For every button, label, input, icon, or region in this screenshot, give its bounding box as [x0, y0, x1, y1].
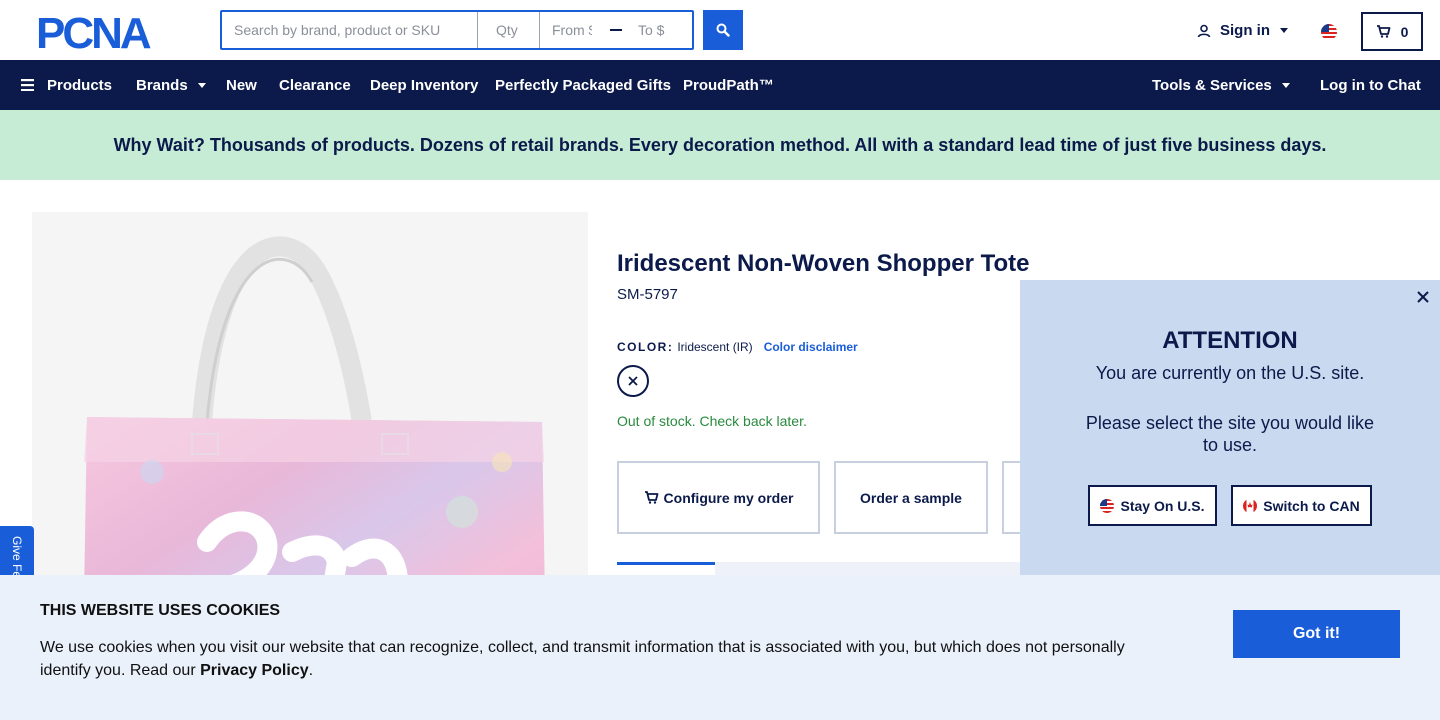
us-flag-icon	[1100, 498, 1115, 513]
switch-can-button[interactable]: Switch to CAN	[1231, 485, 1372, 526]
sign-in-menu[interactable]: Sign in	[1197, 22, 1288, 39]
cookie-text: We use cookies when you visit our websit…	[40, 636, 1150, 682]
popup-current-site: You are currently on the U.S. site.	[1095, 363, 1365, 383]
canada-flag-icon	[1243, 498, 1258, 513]
cookie-title: THIS WEBSITE USES COOKIES	[40, 602, 281, 619]
nav-tools-services[interactable]: Tools & Services	[1152, 60, 1290, 110]
order-sample-button[interactable]: Order a sample	[834, 461, 988, 534]
nav-chat-login[interactable]: Log in to Chat	[1320, 60, 1421, 110]
cart-button[interactable]: 0	[1361, 12, 1423, 51]
close-icon[interactable]	[1416, 290, 1430, 304]
nav-tools-label: Tools & Services	[1152, 76, 1272, 94]
price-from-input[interactable]	[540, 12, 604, 48]
tab-strip	[715, 562, 1035, 576]
popup-instruction: Please select the site you would like to…	[1085, 413, 1375, 455]
stock-status: Out of stock. Check back later.	[617, 413, 807, 429]
order-sample-label: Order a sample	[860, 489, 962, 506]
color-label: COLOR:	[617, 340, 674, 354]
nav-brands-label: Brands	[136, 76, 188, 94]
product-title: Iridescent Non-Woven Shopper Tote	[617, 250, 1030, 277]
promo-banner-text: Why Wait? Thousands of products. Dozens …	[113, 134, 1327, 155]
privacy-policy-link[interactable]: Privacy Policy	[200, 662, 309, 679]
range-dash	[610, 29, 622, 31]
nav-gifts[interactable]: Perfectly Packaged Gifts	[495, 60, 671, 110]
color-swatch[interactable]	[617, 365, 649, 397]
color-disclaimer-link[interactable]: Color disclaimer	[764, 340, 858, 354]
stay-us-button[interactable]: Stay On U.S.	[1088, 485, 1217, 526]
qty-input[interactable]	[478, 12, 540, 48]
logo-text: PCNA	[36, 12, 151, 52]
sign-in-label: Sign in	[1220, 22, 1270, 39]
nav-clearance[interactable]: Clearance	[279, 60, 351, 110]
cart-icon	[1376, 25, 1390, 38]
product-sku: SM-5797	[617, 286, 678, 303]
site-header: PCNA Sign in	[0, 0, 1440, 60]
cookie-end: .	[308, 662, 314, 679]
price-range	[540, 12, 692, 48]
switch-can-label: Switch to CAN	[1263, 497, 1360, 514]
color-value: Iridescent (IR)	[677, 340, 753, 354]
stay-us-label: Stay On U.S.	[1120, 497, 1205, 514]
search-input[interactable]	[222, 12, 478, 48]
nav-deep-inventory[interactable]: Deep Inventory	[370, 60, 478, 110]
search-icon	[716, 23, 730, 37]
search-button[interactable]	[703, 10, 743, 50]
color-row: COLOR: Iridescent (IR) Color disclaimer	[617, 340, 858, 354]
nav-products[interactable]: Products	[21, 60, 112, 110]
configure-order-label: Configure my order	[663, 489, 794, 506]
main-nav: Products Brands New Clearance Deep Inven…	[0, 60, 1440, 110]
cookie-accept-button[interactable]: Got it!	[1233, 610, 1400, 658]
region-select-popup: ATTENTION You are currently on the U.S. …	[1020, 280, 1440, 576]
active-tab-indicator	[617, 562, 715, 565]
user-icon	[1197, 24, 1211, 37]
pcna-logo[interactable]: PCNA	[36, 12, 184, 52]
promo-banner: Why Wait? Thousands of products. Dozens …	[0, 110, 1440, 180]
unavailable-icon	[628, 376, 638, 386]
chevron-down-icon	[1280, 28, 1288, 33]
chevron-down-icon	[197, 82, 206, 88]
price-to-input[interactable]	[626, 12, 692, 48]
nav-new[interactable]: New	[226, 60, 257, 110]
nav-brands[interactable]: Brands	[136, 60, 206, 110]
cookie-banner: THIS WEBSITE USES COOKIES We use cookies…	[0, 575, 1440, 720]
configure-order-button[interactable]: Configure my order	[617, 461, 820, 534]
nav-products-label: Products	[47, 76, 113, 94]
cart-icon	[644, 491, 658, 504]
chevron-down-icon	[1281, 82, 1290, 88]
us-flag-icon[interactable]	[1321, 24, 1337, 40]
popup-title: ATTENTION	[1162, 327, 1298, 354]
menu-icon	[21, 79, 34, 91]
search-bar	[220, 10, 694, 50]
cart-count: 0	[1400, 23, 1409, 40]
nav-proudpath[interactable]: ProudPath™	[683, 60, 774, 110]
